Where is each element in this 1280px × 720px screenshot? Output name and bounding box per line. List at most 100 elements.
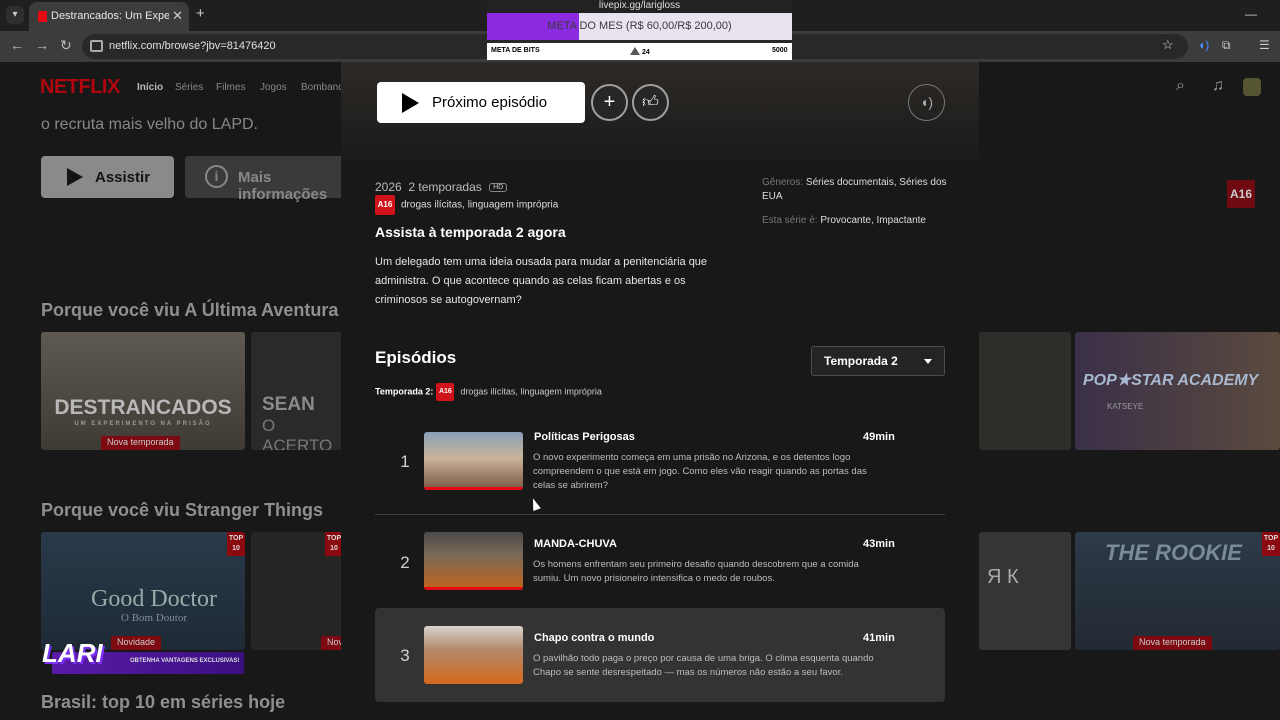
watch-progress-bar xyxy=(424,587,523,590)
forward-icon[interactable]: → xyxy=(35,37,49,53)
volume-icon[interactable]: ◖) xyxy=(908,84,945,121)
tab-search-dropdown[interactable]: ▾ xyxy=(6,6,24,24)
synopsis: Um delegado tem uma ideia ousada para mu… xyxy=(375,256,708,306)
streamer-banner: LARI OBTENHA VANTAGENS EXCLUSIVAS! xyxy=(42,638,244,678)
card-title: SEAN xyxy=(262,394,315,415)
row-title: Porque você viu Stranger Things xyxy=(41,500,324,520)
card-subtitle: O ACERTO xyxy=(262,416,333,450)
minimize-icon[interactable]: — xyxy=(1245,7,1257,21)
reload-icon[interactable]: ↻ xyxy=(60,37,72,54)
url-text[interactable]: netflix.com/browse?jbv=81476420 xyxy=(109,40,276,52)
streamer-banner-text: OBTENHA VANTAGENS EXCLUSIVAS! xyxy=(130,658,240,664)
search-icon[interactable]: ⌕ xyxy=(1176,77,1185,95)
bits-goal: META DE BITS 24 5000 xyxy=(487,43,792,60)
title-card-right-1[interactable] xyxy=(979,332,1071,450)
episode-description: Os homens enfrentam seu primeiro desafio… xyxy=(533,559,859,584)
goal-text: META DO MES (R$ 60,00/R$ 200,00) xyxy=(547,20,732,32)
site-info-icon[interactable] xyxy=(90,40,103,52)
extension-icon[interactable]: ◖) xyxy=(1198,38,1209,52)
mood-tags: Esta série é: Provocante, Impactante xyxy=(762,214,952,228)
profile-avatar[interactable] xyxy=(1243,78,1261,96)
title-card-the-rookie[interactable]: THE ROOKIE TOP 10 Nova temporada xyxy=(1075,532,1280,650)
mood-label: Esta série é: xyxy=(762,215,818,226)
hero-description: o recruta mais velho do LAPD. xyxy=(41,116,258,133)
netflix-logo[interactable]: NETFLIX xyxy=(40,76,120,99)
episode-title: Políticas Perigosas xyxy=(534,431,635,443)
episode-divider xyxy=(375,514,945,515)
episode-row[interactable]: 1 Políticas Perigosas 49min O novo exper… xyxy=(375,416,945,512)
info-icon: i xyxy=(205,165,228,188)
extensions-puzzle-icon[interactable]: ⧉ xyxy=(1222,38,1231,53)
card-subtitle: KATSEYE xyxy=(1107,402,1144,411)
nav-inicio[interactable]: Início xyxy=(137,82,163,93)
back-icon[interactable]: ← xyxy=(10,37,24,53)
episode-row[interactable]: 2 MANDA-CHUVA 43min Os homens enfrentam … xyxy=(375,524,945,616)
season-dropdown[interactable]: Temporada 2 xyxy=(811,346,945,376)
title-card-destrancados[interactable]: DESTRANCADOS UM EXPERIMENTO NA PRISÃO No… xyxy=(41,332,245,450)
title-card-row2-2[interactable]: TOP 10 Novidade xyxy=(251,532,343,650)
next-episode-label: Próximo episódio xyxy=(432,94,548,111)
watch-season-heading: Assista à temporada 2 agora xyxy=(375,224,566,240)
hero-play-button[interactable]: Assistir xyxy=(41,156,174,198)
tab-close-icon[interactable]: ✕ xyxy=(172,8,183,24)
rating-line: A16 drogas ilícitas, linguagem imprópria xyxy=(375,195,558,215)
bits-target: 5000 xyxy=(772,47,788,54)
card-title: DESTRANCADOS xyxy=(54,396,232,419)
title-card-sean[interactable]: SEAN O ACERTO xyxy=(251,332,343,450)
nav-bombando[interactable]: Bombando xyxy=(301,82,341,93)
season-rating-label: Temporada 2: xyxy=(375,386,434,397)
play-icon xyxy=(402,93,419,113)
bits-current: 24 xyxy=(642,49,650,56)
mood-value[interactable]: Provocante, Impactante xyxy=(820,215,926,226)
livepix-url: livepix.gg/larigloss xyxy=(487,0,792,12)
episode-description: O novo experimento começa em uma prisão … xyxy=(533,452,867,491)
episode-duration: 49min xyxy=(863,431,895,443)
episode-thumbnail[interactable] xyxy=(424,626,523,684)
sidebar-icon[interactable]: ☰ xyxy=(1259,38,1270,52)
row-title: Brasil: top 10 em séries hoje xyxy=(41,692,286,712)
episode-thumbnail[interactable] xyxy=(424,532,523,590)
rating-reasons: drogas ilícitas, linguagem imprópria xyxy=(460,386,602,397)
hero-info-label: Mais informações xyxy=(238,169,328,203)
title-meta: 2026 2 temporadas HD xyxy=(375,180,508,194)
browser-tab[interactable]: Destrancados: Um Experimento ✕ xyxy=(29,2,189,31)
age-rating-badge: A16 xyxy=(436,383,455,401)
season-count: 2 temporadas xyxy=(408,180,482,194)
notifications-bell-icon[interactable]: ♫ xyxy=(1212,77,1224,95)
nav-series[interactable]: Séries xyxy=(175,82,203,93)
next-episode-button[interactable]: Próximo episódio xyxy=(377,82,585,123)
card-title: Я К xyxy=(987,566,1019,588)
episode-duration: 41min xyxy=(863,632,895,644)
episode-description: O pavilhão todo paga o preço por causa d… xyxy=(533,653,874,678)
add-to-list-button[interactable]: + xyxy=(591,84,628,121)
nav-filmes[interactable]: Filmes xyxy=(216,82,245,93)
card-subtitle: UM EXPERIMENTO NA PRISÃO xyxy=(74,421,212,427)
play-icon xyxy=(67,168,83,186)
watch-progress-bar xyxy=(424,487,523,490)
new-season-badge: Nova temporada xyxy=(101,436,180,450)
genres-label: Gêneros: xyxy=(762,177,804,188)
episode-row[interactable]: 3 Chapo contra o mundo 41min O pavilhão … xyxy=(375,608,945,702)
season-dropdown-label: Temporada 2 xyxy=(824,354,898,368)
card-title: THE ROOKIE xyxy=(1105,540,1242,565)
tab-title: Destrancados: Um Experimento xyxy=(51,10,169,22)
bookmark-star-icon[interactable]: ☆ xyxy=(1162,37,1174,53)
thumbs-up-icon[interactable]: 👍︎ xyxy=(632,84,669,121)
title-card-pop-star-academy[interactable]: POP★STAR ACADEMY KATSEYE xyxy=(1075,332,1280,450)
episode-thumbnail[interactable] xyxy=(424,432,523,490)
title-card-good-doctor[interactable]: Good Doctor O Bom Doutor TOP 10 Novidade xyxy=(41,532,245,650)
card-subtitle: O Bom Doutor xyxy=(121,612,187,624)
netflix-favicon-icon xyxy=(38,11,47,22)
new-tab-button[interactable]: + xyxy=(196,5,205,22)
episode-title: MANDA-CHUVA xyxy=(534,538,617,550)
release-year: 2026 xyxy=(375,180,402,194)
new-badge: Novidade xyxy=(321,636,343,650)
new-season-badge: Nova temporada xyxy=(1133,636,1212,650)
row-title: Porque você viu A Última Aventura xyxy=(41,300,339,320)
hero-info-button[interactable]: i Mais informações xyxy=(185,156,345,203)
card-title: Good Doctor xyxy=(91,586,217,612)
top10-badge: TOP 10 xyxy=(227,532,245,556)
nav-jogos[interactable]: Jogos xyxy=(260,82,287,93)
episodes-heading: Episódios xyxy=(375,348,457,367)
title-card-row2-right-1[interactable]: Я К xyxy=(979,532,1071,650)
